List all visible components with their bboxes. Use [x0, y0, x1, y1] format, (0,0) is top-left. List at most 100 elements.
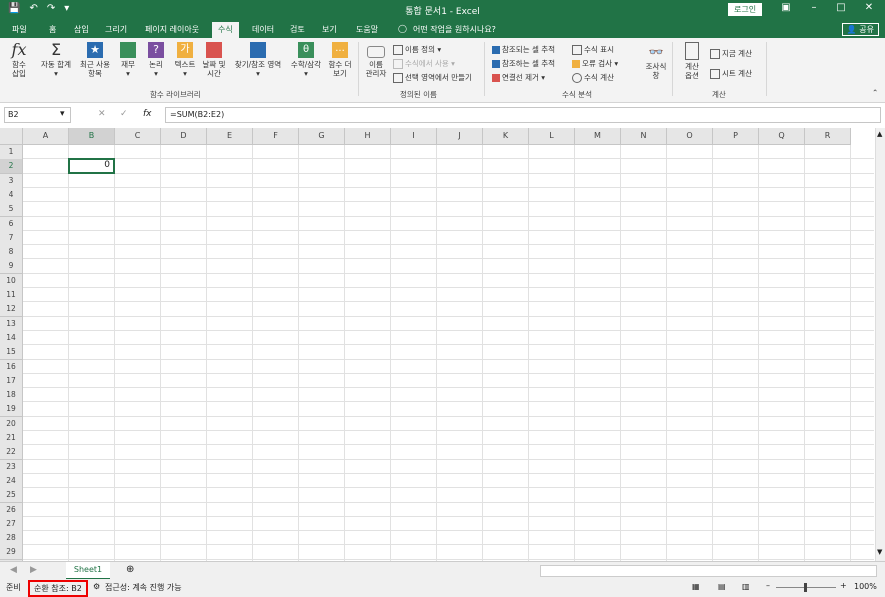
row-header-20[interactable]: 20 [0, 416, 23, 432]
row-header-19[interactable]: 19 [0, 402, 23, 418]
minimize-icon[interactable]: – [802, 2, 826, 13]
zoom-in-icon[interactable]: + [840, 581, 847, 590]
tab-data[interactable]: 데이터 [252, 24, 274, 35]
row-header-26[interactable]: 26 [0, 502, 23, 518]
formula-input[interactable]: =SUM(B2:E2) [165, 107, 881, 123]
row-header-11[interactable]: 11 [0, 288, 23, 303]
selected-cell-b2[interactable]: 0 [68, 158, 115, 174]
tab-home[interactable]: 홈 [49, 24, 56, 35]
column-header-g[interactable]: G [299, 128, 345, 145]
column-header-i[interactable]: I [391, 128, 437, 145]
row-header-25[interactable]: 25 [0, 488, 23, 504]
row-header-29[interactable]: 29 [0, 545, 23, 561]
more-functions-button[interactable]: ... 함수 더 보기 [326, 42, 354, 78]
tell-me-search[interactable]: 어떤 작업을 원하시나요? [413, 24, 496, 35]
select-all-corner[interactable] [0, 128, 23, 145]
column-header-o[interactable]: O [667, 128, 713, 145]
column-header-k[interactable]: K [483, 128, 529, 145]
row-header-8[interactable]: 8 [0, 245, 23, 261]
column-header-b[interactable]: B [69, 128, 115, 145]
tab-draw[interactable]: 그리기 [105, 24, 127, 35]
insert-function-fx-button[interactable]: fx [143, 109, 152, 119]
column-header-m[interactable]: M [575, 128, 621, 145]
math-trig-button[interactable]: θ 수학/삼각 ▾ [288, 42, 324, 78]
column-header-f[interactable]: F [253, 128, 299, 145]
row-header-10[interactable]: 10 [0, 273, 23, 289]
row-header-4[interactable]: 4 [0, 187, 23, 203]
recently-used-button[interactable]: ★ 최근 사용 항목 [78, 42, 112, 78]
row-header-24[interactable]: 24 [0, 473, 23, 489]
evaluate-formula-button[interactable]: 수식 계산 [572, 72, 614, 83]
row-header-15[interactable]: 15 [0, 345, 23, 361]
tab-file[interactable]: 파일 [12, 24, 27, 35]
vertical-scrollbar[interactable]: ▲ ▼ [875, 128, 885, 561]
insert-function-button[interactable]: fx 함수 삽입 [8, 42, 30, 79]
row-header-21[interactable]: 21 [0, 431, 23, 446]
normal-view-icon[interactable]: ▦ [692, 582, 700, 591]
tab-help[interactable]: 도움말 [356, 24, 378, 35]
page-layout-view-icon[interactable]: ▤ [718, 582, 726, 591]
row-header-23[interactable]: 23 [0, 459, 23, 475]
row-header-13[interactable]: 13 [0, 316, 23, 332]
financial-button[interactable]: 재무 ▾ [117, 42, 139, 78]
row-header-14[interactable]: 14 [0, 330, 23, 346]
maximize-icon[interactable]: □ [829, 2, 853, 13]
scroll-up-icon[interactable]: ▲ [877, 130, 882, 138]
enter-icon[interactable]: ✓ [120, 109, 128, 119]
define-name-button[interactable]: 이름 정의 ▾ [393, 44, 441, 55]
text-button[interactable]: 가 텍스트 ▾ [172, 42, 198, 78]
autosum-button[interactable]: Σ 자동 합계 ▾ [38, 42, 74, 79]
login-button[interactable]: 로그인 [728, 3, 763, 16]
row-header-1[interactable]: 1 [0, 145, 23, 160]
row-header-2[interactable]: 2 [0, 159, 23, 175]
tab-page-layout[interactable]: 페이지 레이아웃 [145, 24, 199, 35]
cancel-icon[interactable]: ✕ [98, 109, 106, 119]
column-header-j[interactable]: J [437, 128, 483, 145]
remove-arrows-button[interactable]: 연결선 제거 ▾ [492, 72, 545, 83]
column-header-d[interactable]: D [161, 128, 207, 145]
accessibility-status[interactable]: 접근성: 계속 진행 가능 [105, 582, 182, 593]
collapse-ribbon-icon[interactable]: ⌃ [872, 88, 878, 97]
row-header-5[interactable]: 5 [0, 202, 23, 218]
trace-dependents-button[interactable]: 참조하는 셀 추적 [492, 58, 555, 69]
use-in-formula-button[interactable]: 수식에서 사용 ▾ [393, 58, 455, 69]
column-header-n[interactable]: N [621, 128, 667, 145]
row-header-17[interactable]: 17 [0, 373, 23, 389]
tab-review[interactable]: 검토 [290, 24, 305, 35]
calc-now-button[interactable]: 지금 계산 [710, 48, 752, 59]
row-header-6[interactable]: 6 [0, 216, 23, 232]
name-box-dropdown-icon[interactable]: ▾ [60, 109, 65, 119]
tab-insert[interactable]: 삽입 [74, 24, 89, 35]
zoom-slider-thumb[interactable] [804, 583, 807, 592]
tab-view[interactable]: 보기 [322, 24, 337, 35]
column-header-h[interactable]: H [345, 128, 391, 145]
row-header-27[interactable]: 27 [0, 516, 23, 532]
row-header-7[interactable]: 7 [0, 230, 23, 246]
column-header-c[interactable]: C [115, 128, 161, 145]
column-header-e[interactable]: E [207, 128, 253, 145]
tab-formulas[interactable]: 수식 [212, 22, 239, 38]
column-header-p[interactable]: P [713, 128, 759, 145]
spreadsheet-grid[interactable]: ABCDEFGHIJKLMNOPQR 1 2 3 4 5 6 7 8 9 10 11 12 13 14 15… [0, 128, 874, 561]
column-header-l[interactable]: L [529, 128, 575, 145]
page-break-view-icon[interactable]: ▥ [742, 582, 750, 591]
date-time-button[interactable]: 날짜 및 시간 [200, 42, 228, 78]
sheet-tab-sheet1[interactable]: Sheet1 [66, 562, 110, 580]
logical-button[interactable]: ? 논리 ▾ [145, 42, 167, 78]
zoom-out-icon[interactable]: – [766, 581, 770, 590]
row-header-9[interactable]: 9 [0, 259, 23, 275]
sheet-next-icon[interactable]: ▶ [30, 565, 37, 575]
row-header-22[interactable]: 22 [0, 445, 23, 461]
ribbon-display-icon[interactable]: ▣ [774, 2, 798, 13]
row-header-18[interactable]: 18 [0, 388, 23, 404]
trace-precedents-button[interactable]: 참조되는 셀 추적 [492, 44, 555, 55]
calc-sheet-button[interactable]: 시트 계산 [710, 68, 752, 79]
calc-options-button[interactable]: 계산 옵션 [678, 42, 706, 80]
zoom-level[interactable]: 100% [854, 582, 877, 591]
row-header-12[interactable]: 12 [0, 302, 23, 318]
horizontal-scrollbar[interactable] [540, 565, 877, 577]
share-button[interactable]: 👤 공유 [841, 23, 879, 36]
row-header-16[interactable]: 16 [0, 359, 23, 375]
lookup-reference-button[interactable]: 찾기/참조 영역 ▾ [230, 42, 286, 78]
create-from-selection-button[interactable]: 선택 영역에서 만들기 [393, 72, 472, 83]
